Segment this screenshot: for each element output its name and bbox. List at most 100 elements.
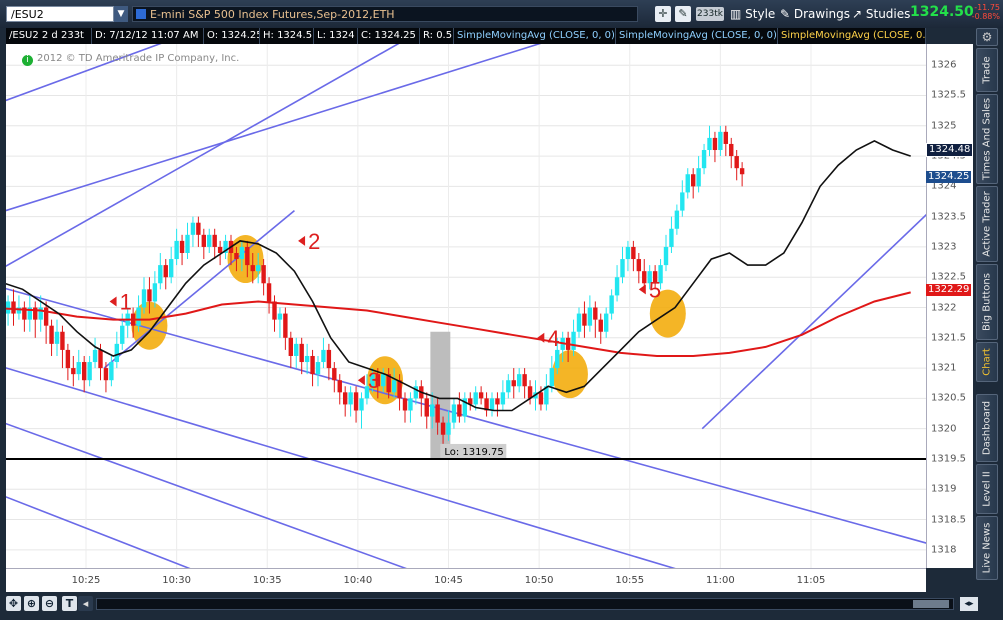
wrench-button[interactable]: ✎: [675, 6, 691, 22]
drawings-button[interactable]: ✎ Drawings: [780, 6, 850, 22]
candle-body: [217, 246, 223, 253]
zoom-in-icon: ⊕: [26, 597, 37, 610]
candle-body: [283, 313, 288, 338]
tab-live-news[interactable]: Live News: [976, 516, 998, 580]
candle-body: [408, 398, 413, 411]
pan-button[interactable]: ✥: [6, 596, 21, 611]
candle-body: [11, 301, 16, 314]
instrument-description-text: E-mini S&P 500 Index Futures,Sep-2012,ET…: [150, 8, 395, 21]
candle-body: [212, 234, 217, 247]
candle-body: [506, 380, 511, 393]
tab-level-ii[interactable]: Level II: [976, 464, 998, 514]
horizontal-scrollbar[interactable]: [96, 598, 954, 610]
studies-button[interactable]: ↗ Studies: [852, 6, 910, 22]
arrow-left-icon: ◂: [82, 597, 89, 610]
marker-arrow: [357, 375, 365, 386]
open-value: O: 1324.25: [204, 28, 260, 44]
candle-body: [729, 143, 734, 157]
candle-body: [707, 137, 712, 151]
candle-body: [60, 331, 65, 350]
range-value: R: 0.5: [420, 28, 454, 44]
candle-body: [555, 349, 560, 369]
candle-body: [723, 131, 729, 144]
tab-big-buttons[interactable]: Big Buttons: [976, 264, 998, 340]
candle-body: [190, 222, 196, 235]
zoom-in-button[interactable]: ⊕: [24, 596, 39, 611]
candle-body: [81, 362, 87, 381]
candle-body: [674, 210, 680, 229]
tab-dashboard[interactable]: Dashboard: [976, 394, 998, 462]
time-tick-label: 10:25: [71, 575, 101, 586]
scrollbar-thumb[interactable]: [913, 600, 949, 608]
marker-arrow: [109, 296, 117, 307]
symbol-dropdown-button[interactable]: ▼: [114, 6, 128, 22]
candle-body: [696, 168, 701, 187]
tab-level-ii-label: Level II: [981, 471, 993, 507]
tab-active-trader[interactable]: Active Trader: [976, 186, 998, 262]
marker-label: 5: [649, 277, 661, 302]
price-chart[interactable]: 1 2 3 4 5 Lo: 1319.75: [6, 44, 926, 568]
time-tick-label: 10:30: [162, 575, 192, 586]
style-button[interactable]: ▥ Style: [730, 6, 775, 22]
time-tick-label: 11:05: [796, 575, 826, 586]
candle-body: [76, 362, 81, 375]
change-display: -11.75 -0.88%: [968, 3, 1000, 21]
candle-body: [516, 374, 522, 387]
candle-body: [98, 349, 103, 369]
study-label-2[interactable]: SimpleMovingAvg (CLOSE, 0, 0): [616, 28, 778, 44]
channel-line: [6, 496, 191, 568]
expand-button[interactable]: ◂▸: [960, 597, 978, 611]
settings-tab[interactable]: ⚙: [976, 28, 998, 46]
price-tick-label: 1323: [931, 241, 957, 253]
zoom-out-button[interactable]: ⊖: [42, 596, 57, 611]
study-label-1[interactable]: SimpleMovingAvg (CLOSE, 0, 0): [454, 28, 616, 44]
time-tick-label: 10:50: [524, 575, 554, 586]
info-icon: i: [22, 55, 33, 66]
candle-body: [690, 174, 696, 187]
candle-body: [391, 380, 397, 393]
candle-body: [163, 265, 168, 278]
candle-body: [185, 234, 190, 253]
price-tick-label: 1323.5: [931, 211, 966, 223]
candle-body: [158, 265, 163, 284]
close-value: C: 1324.25: [358, 28, 420, 44]
text-tool-button[interactable]: T: [62, 596, 77, 611]
candle-body: [103, 368, 109, 381]
candle-body: [663, 246, 669, 266]
low-label: Lo: 1319.75: [444, 447, 503, 458]
candle-body: [326, 349, 332, 369]
candle-body: [620, 259, 625, 278]
studies-label: Studies: [865, 7, 911, 21]
net-change: -11.75: [974, 3, 1000, 12]
marker-arrow: [537, 332, 545, 343]
aggregation-badge[interactable]: 233tk: [696, 7, 724, 21]
slow-ma-price-marker: 1322.29: [926, 283, 972, 296]
tab-chart-label: Chart: [981, 348, 993, 376]
candle-body: [582, 313, 587, 326]
candle-body: [522, 374, 527, 387]
percent-change: -0.88%: [971, 12, 1000, 21]
candle-body: [65, 349, 71, 369]
symbol-input[interactable]: /ESU2: [6, 6, 114, 22]
tab-trade[interactable]: Trade: [976, 48, 998, 92]
tab-chart[interactable]: Chart: [976, 342, 998, 382]
crosshair-button[interactable]: ✛: [655, 6, 671, 22]
time-axis[interactable]: 10:25 10:30 10:35 10:40 10:45 10:50 10:55 11:00…: [6, 568, 926, 593]
candle-body: [272, 301, 277, 320]
price-axis[interactable]: 13261325.513251324.513241323.513231322.5…: [926, 44, 973, 568]
candle-body: [255, 265, 261, 272]
candle-body: [739, 168, 745, 175]
candle-body: [571, 331, 576, 350]
tab-times-and-sales[interactable]: Times And Sales: [976, 94, 998, 184]
channel-line: [6, 422, 407, 568]
time-tick-label: 11:00: [705, 575, 735, 586]
scroll-left-button[interactable]: ◂: [78, 596, 93, 611]
candle-body: [614, 277, 620, 296]
candle-body: [321, 349, 326, 363]
price-tick-label: 1326: [931, 59, 957, 71]
candle-body: [424, 398, 429, 417]
candle-body: [734, 156, 739, 169]
study-label-3[interactable]: SimpleMovingAvg (CLOSE, 0...: [778, 28, 926, 44]
candle-body: [288, 337, 294, 356]
candle-body: [381, 374, 386, 387]
